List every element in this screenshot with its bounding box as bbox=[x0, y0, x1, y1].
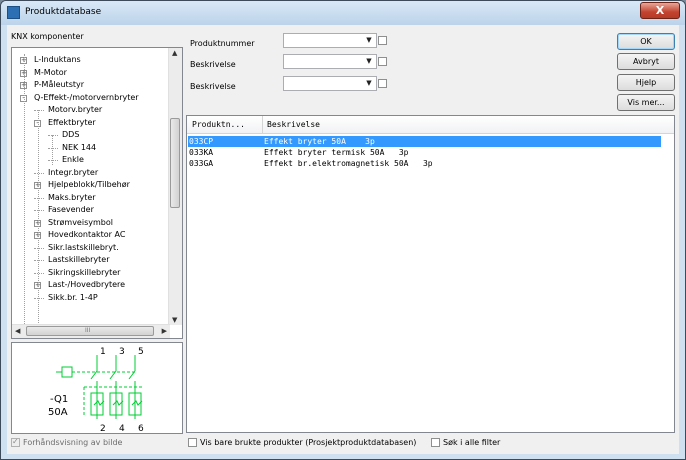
tree-item[interactable]: Strømveisymbol bbox=[48, 217, 113, 229]
search-all-label: Søk i alle filter bbox=[443, 438, 501, 447]
tree-item[interactable]: Integr.bryter bbox=[48, 167, 98, 179]
terminal-label-bottom-1: 2 bbox=[100, 424, 106, 433]
component-tree[interactable]: L-Induktans + M-Motor + P-Måleutstyr + Q-Effek… bbox=[11, 47, 183, 339]
tree-item[interactable]: Fasevender bbox=[48, 204, 94, 216]
result-description: Effekt br.elektromagnetisk 50A 3p bbox=[264, 159, 433, 168]
help-button[interactable]: Hjelp bbox=[617, 74, 675, 91]
terminal-label-top-3: 5 bbox=[138, 347, 144, 357]
product-number-combo[interactable]: ▼ bbox=[283, 33, 377, 48]
dialog-body: KNX komponenter L-Induktans + M-Motor + P-Må… bbox=[7, 25, 679, 454]
tree-connector bbox=[48, 135, 58, 136]
description-1-filter-checkbox[interactable] bbox=[378, 57, 387, 66]
dropdown-arrow-icon[interactable]: ▼ bbox=[363, 78, 375, 89]
tree-item[interactable]: NEK 144 bbox=[62, 142, 96, 154]
tree-connector bbox=[34, 247, 44, 249]
tree-connector bbox=[34, 297, 44, 299]
result-description: Effekt bryter termisk 50A 3p bbox=[264, 148, 409, 157]
dropdown-arrow-icon[interactable]: ▼ bbox=[363, 56, 375, 67]
result-product-number: 033GA bbox=[189, 159, 214, 168]
scroll-down-arrow-icon[interactable]: ▼ bbox=[172, 316, 177, 324]
result-product-number: 033KA bbox=[189, 148, 214, 157]
preview-checkbox[interactable]: ✓ bbox=[11, 437, 20, 447]
cancel-button[interactable]: Avbryt bbox=[617, 53, 675, 70]
tree-item[interactable]: Sikr.lastskillebryt. bbox=[48, 242, 119, 254]
symbol-rating: 50A bbox=[48, 407, 68, 418]
title-bar[interactable]: Produktdatabase X bbox=[1, 1, 685, 25]
filter-label-product-number: Produktnummer bbox=[190, 39, 255, 48]
filter-label-description-1: Beskrivelse bbox=[190, 60, 236, 69]
terminal-label-bottom-3: 6 bbox=[138, 424, 144, 433]
tree-horizontal-scroll-thumb[interactable]: III bbox=[26, 326, 154, 336]
results-list[interactable]: Produktn... Beskrivelse 033CP Effekt bryt… bbox=[186, 115, 675, 433]
dropdown-arrow-icon[interactable]: ▼ bbox=[363, 35, 375, 46]
search-all-checkbox[interactable] bbox=[431, 438, 440, 447]
description-2-filter-checkbox[interactable] bbox=[378, 79, 387, 88]
project-only-checkbox[interactable] bbox=[188, 438, 197, 447]
tree-connector bbox=[34, 172, 44, 174]
scroll-grip-icon: III bbox=[85, 327, 91, 334]
tree-item[interactable]: L-Induktans bbox=[34, 54, 81, 66]
ok-button[interactable]: OK bbox=[617, 33, 675, 50]
tree-connector bbox=[34, 260, 44, 261]
tree-connector bbox=[24, 54, 25, 324]
column-divider[interactable] bbox=[262, 116, 263, 133]
symbol-reference: -Q1 bbox=[50, 394, 68, 405]
tree-connector bbox=[48, 147, 58, 149]
project-only-label: Vis bare brukte produkter (Prosjektprodu… bbox=[200, 438, 417, 447]
result-product-number: 033CP bbox=[189, 137, 214, 146]
tree-connector bbox=[34, 272, 44, 274]
tree-label: KNX komponenter bbox=[11, 32, 84, 41]
column-header-product-number[interactable]: Produktn... bbox=[192, 120, 245, 129]
show-more-button[interactable]: Vis mer... bbox=[617, 94, 675, 111]
result-row[interactable]: 033GA Effekt br.elektromagnetisk 50A 3p bbox=[188, 158, 661, 169]
scroll-up-arrow-icon[interactable]: ▲ bbox=[172, 49, 177, 57]
breaker-symbol-icon: 1 3 5 2 4 6 -Q1 50A bbox=[48, 347, 144, 434]
tree-item[interactable]: M-Motor bbox=[34, 67, 67, 79]
pole-1 bbox=[90, 355, 105, 419]
result-description: Effekt bryter 50A 3p bbox=[264, 137, 375, 146]
tree-item[interactable]: Hovedkontaktor AC bbox=[48, 229, 125, 241]
tree-item[interactable]: Lastskillebryter bbox=[48, 254, 110, 266]
product-number-filter-checkbox[interactable] bbox=[378, 36, 387, 45]
terminal-label-top-1: 1 bbox=[100, 347, 106, 357]
column-header-description[interactable]: Beskrivelse bbox=[267, 120, 320, 129]
tree-connector bbox=[34, 210, 44, 211]
window: Produktdatabase X KNX komponenter L-Indu… bbox=[0, 0, 686, 460]
tree-connector bbox=[38, 110, 39, 325]
window-title: Produktdatabase bbox=[25, 7, 102, 17]
result-row[interactable]: 033KA Effekt bryter termisk 50A 3p bbox=[188, 147, 661, 158]
tree-item[interactable]: Sikk.br. 1-4P bbox=[48, 292, 98, 304]
scroll-right-arrow-icon[interactable]: ▶ bbox=[162, 327, 167, 335]
preview-checkbox-label: Forhåndsvisning av bilde bbox=[23, 438, 123, 447]
tree-item[interactable]: Effektbryter bbox=[48, 117, 96, 129]
checkmark-icon: ✓ bbox=[12, 437, 19, 446]
tree-item[interactable]: Motorv.bryter bbox=[48, 104, 102, 116]
description-combo-1[interactable]: ▼ bbox=[283, 54, 377, 69]
tree-item[interactable]: Sikringskillebryter bbox=[48, 267, 120, 279]
results-header: Produktn... Beskrivelse bbox=[187, 116, 674, 134]
tree-item[interactable]: Hjelpeblokk/Tilbehør bbox=[48, 179, 130, 191]
tree-item[interactable]: Last-/Hovedbrytere bbox=[48, 279, 125, 291]
tree-item[interactable]: Maks.bryter bbox=[48, 192, 96, 204]
scroll-left-arrow-icon[interactable]: ◀ bbox=[15, 327, 20, 335]
close-button[interactable]: X bbox=[640, 2, 680, 19]
tree-item[interactable]: Q-Effekt-/motorvernbryter bbox=[34, 92, 139, 104]
app-icon bbox=[7, 6, 20, 19]
tree-vertical-scrollbar[interactable]: ▲ ▼ bbox=[168, 48, 182, 325]
description-combo-2[interactable]: ▼ bbox=[283, 76, 377, 91]
tree-connector bbox=[52, 135, 53, 165]
terminal-label-top-2: 3 bbox=[119, 347, 125, 357]
tree-connector bbox=[34, 110, 44, 111]
tree-vertical-scroll-thumb[interactable] bbox=[170, 118, 180, 208]
terminal-label-bottom-2: 4 bbox=[119, 424, 125, 433]
result-row[interactable]: 033CP Effekt bryter 50A 3p bbox=[188, 136, 661, 147]
tree-horizontal-scrollbar[interactable]: ◀ III ▶ bbox=[12, 324, 170, 338]
tree-connector bbox=[48, 160, 58, 161]
tree-item[interactable]: P-Måleutstyr bbox=[34, 79, 84, 91]
tree-item[interactable]: DDS bbox=[62, 129, 79, 141]
symbol-preview: 1 3 5 2 4 6 -Q1 50A bbox=[11, 342, 183, 434]
tree-connector bbox=[34, 197, 44, 199]
tree-item[interactable]: Enkle bbox=[62, 154, 84, 166]
filter-label-description-2: Beskrivelse bbox=[190, 82, 236, 91]
